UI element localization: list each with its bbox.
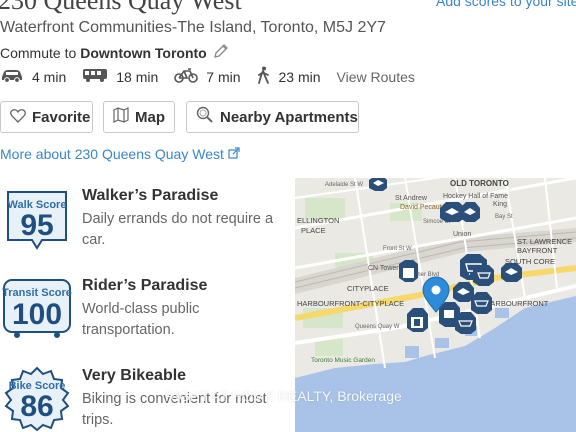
walk-time: 23 min [278,68,321,85]
commute-bike[interactable]: 7 min [174,67,241,86]
bicycle-icon [174,67,206,86]
transit-score-heading: Rider’s Paradise [82,277,208,294]
car-time: 4 min [32,68,67,85]
walk-score-desc-2: car. [82,232,106,248]
address: Waterfront Communities-The Island, Toron… [0,19,386,36]
grocery-icon[interactable] [471,292,492,314]
map-label-music-garden: Toronto Music Garden [311,357,375,364]
map-label-ellington: ELLINGTON [297,216,339,225]
transit-score-desc-2: transportation. [82,322,175,338]
commute-label: Commute to [0,44,77,61]
heart-icon [1,108,32,127]
page-title: 230 Queens Quay West [0,0,242,15]
map-label-cityplace: CITYPLACE [347,284,389,293]
favorite-button[interactable]: Favorite [0,101,93,133]
map-label-queens-quay: Queens Quay W [355,324,400,330]
walk-icon [257,66,279,87]
map-label-harbourfront-cityplace: HARBOURFRONT-CITYPLACE [297,299,404,308]
shopping-bag-icon[interactable] [399,260,418,282]
watermark: RIGHT AT HOME REALTY, Brokerage [165,388,402,404]
map-button[interactable]: Map [103,101,175,133]
map-label-union: Union [453,231,471,238]
commute-destination-link[interactable]: Downtown Toronto [80,45,206,61]
grocery-icon[interactable] [473,265,494,286]
bike-score-desc-2: trips. [82,412,114,428]
map-label-cn-tower: CN Tower [368,265,399,272]
map-label-bay: Bay St [495,214,513,220]
map-label-st-andrew: St Andrew [395,195,428,202]
transit-score-badge[interactable]: Transit Score 100 [1,278,73,338]
walk-score-badge[interactable]: Walk Score 95 [4,190,70,250]
commute-modes: 4 min 18 min 7 min 23 min View Routes [0,66,415,87]
bike-time: 7 min [206,68,241,85]
school-icon[interactable] [453,282,474,302]
bike-score-badge[interactable]: Bike Score 86 [2,366,72,432]
school-icon[interactable] [501,263,522,282]
bike-score-value: 86 [20,390,54,423]
commute-walk[interactable]: 23 min [257,66,321,87]
map-label-bayfront: BAYFRONT [517,246,558,255]
map-label-old-toronto: OLD TORONTO [450,179,509,188]
school-icon[interactable] [460,202,480,222]
favorite-label: Favorite [32,108,91,126]
external-link-icon [224,146,240,162]
bike-score-heading: Very Bikeable [82,367,187,384]
car-icon [0,67,32,86]
nearby-apartments-label: Nearby Apartments [220,108,358,126]
pencil-icon[interactable] [213,43,229,62]
transit-score-value: 100 [11,298,63,331]
map-label-st-lawrence: ST. LAWRENCE [517,237,572,246]
bus-time: 18 min [116,68,159,85]
add-scores-link[interactable]: Add scores to your site [436,0,576,9]
commute-destination: Commute to Downtown Toronto [0,43,229,62]
walk-score-desc-1: Daily errands do not require a [82,211,274,227]
map-label: Map [135,108,165,126]
map-label-adelaide: Adelaide St W [325,182,363,188]
school-icon[interactable] [369,178,387,191]
map-icon [104,107,135,127]
more-about-label: More about 230 Queens Quay West [0,146,224,162]
map-label-place: PLACE [301,226,326,235]
map-label-hockey-hall: Hockey Hall of Fame [443,193,508,200]
map-label-king: King [493,201,507,208]
shopping-bag-icon[interactable] [407,308,428,332]
view-routes-link[interactable]: View Routes [337,69,415,85]
bus-icon [82,67,116,86]
nearby-apartments-button[interactable]: Nearby Apartments [186,101,359,133]
map-label-harbourfront: HARBOURFRONT [485,299,549,308]
grocery-icon[interactable] [455,312,476,334]
map-label-front-st: Front St W [383,246,412,252]
search-icon [187,106,220,128]
walk-score-heading: Walker’s Paradise [82,187,219,204]
transit-score-desc-1: World-class public [82,301,200,317]
commute-bus[interactable]: 18 min [82,67,158,86]
commute-car[interactable]: 4 min [0,67,66,86]
walk-score-value: 95 [20,209,54,242]
more-about-link[interactable]: More about 230 Queens Quay West [0,146,240,162]
